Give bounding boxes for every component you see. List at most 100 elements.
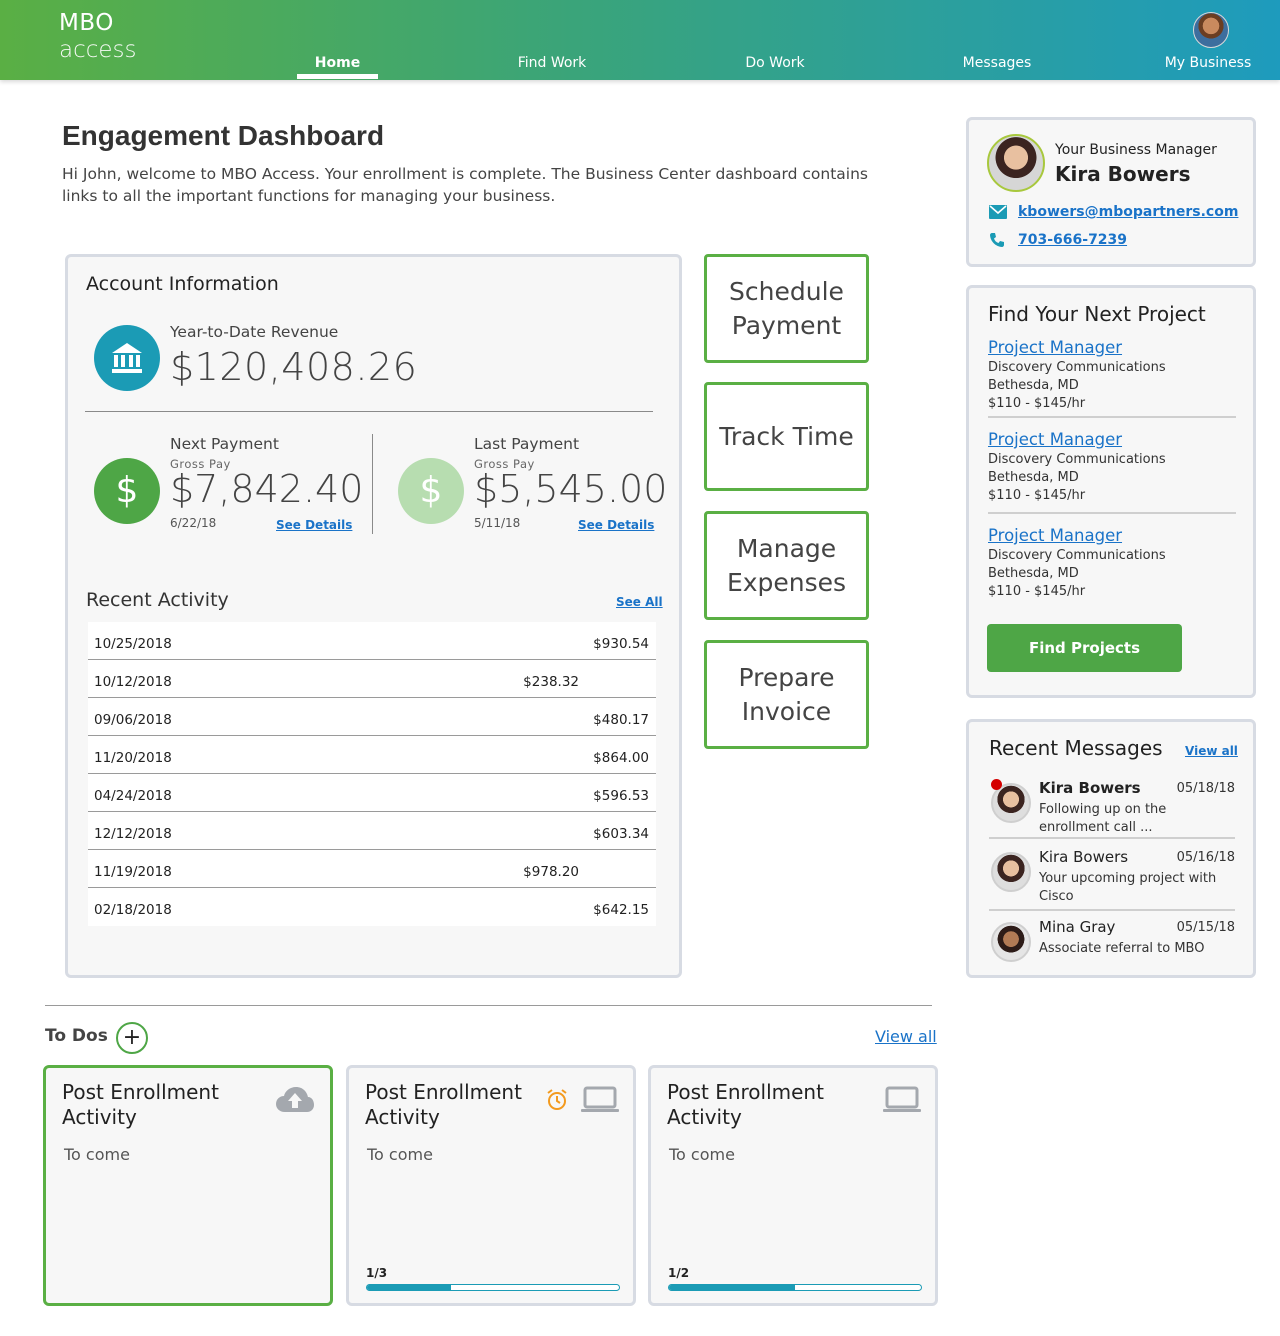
table-row[interactable]: 02/18/2018 $642.15 xyxy=(88,888,656,926)
manage-expenses-button[interactable]: Manage Expenses xyxy=(704,511,869,620)
divider xyxy=(372,434,373,534)
nav-home[interactable]: Home xyxy=(297,55,378,71)
top-nav-bar: MBO access Home Find Work Do Work Messag… xyxy=(0,0,1280,80)
unread-indicator xyxy=(991,779,1002,790)
prepare-invoice-button[interactable]: Prepare Invoice xyxy=(704,640,869,749)
account-information-panel: Account Information Year-to-Date Revenue… xyxy=(65,254,682,978)
logo-line1: MBO xyxy=(59,10,114,36)
recent-activity-table: 10/25/2018 $930.54 10/12/2018 $238.32 09/0… xyxy=(88,622,656,926)
message-item[interactable]: Kira Bowers 05/16/18 Your upcoming proje… xyxy=(989,848,1235,914)
table-row[interactable]: 04/24/2018 $596.53 xyxy=(88,774,656,812)
activity-amount: $596.53 xyxy=(593,788,649,804)
ytd-revenue-value: $120,408.26 xyxy=(170,345,418,389)
email-icon xyxy=(989,204,1007,223)
todo-progress-fill xyxy=(669,1285,795,1290)
manager-phone-link[interactable]: 703-666-7239 xyxy=(1018,232,1127,248)
todo-progress-bar xyxy=(668,1284,922,1291)
message-item[interactable]: Mina Gray 05/15/18 Associate referral to… xyxy=(989,918,1235,984)
recent-activity-see-all-link[interactable]: See All xyxy=(616,595,663,609)
business-manager-card: Your Business Manager Kira Bowers kbower… xyxy=(966,117,1256,267)
todo-card[interactable]: Post Enrollment Activity To come xyxy=(43,1065,333,1306)
dollar-icon: $ xyxy=(94,458,160,524)
recent-activity-title: Recent Activity xyxy=(86,589,229,611)
todo-title: Post Enrollment Activity xyxy=(667,1080,824,1129)
schedule-payment-button[interactable]: Schedule Payment xyxy=(704,254,869,363)
todos-view-all-link[interactable]: View all xyxy=(875,1027,937,1046)
nav-do-work[interactable]: Do Work xyxy=(735,55,815,71)
project-rate: $110 - $145/hr xyxy=(988,396,1086,411)
table-row[interactable]: 11/20/2018 $864.00 xyxy=(88,736,656,774)
nav-my-business[interactable]: My Business xyxy=(1160,55,1256,71)
message-item[interactable]: Kira Bowers 05/18/18 Following up on the… xyxy=(989,779,1235,845)
activity-amount: $978.20 xyxy=(523,864,579,880)
divider xyxy=(45,1005,932,1006)
list-item: Project Manager Discovery Communications… xyxy=(988,429,1236,505)
project-rate: $110 - $145/hr xyxy=(988,488,1086,503)
message-preview: Following up on the enrollment call ... xyxy=(1039,802,1167,835)
activity-date: 12/12/2018 xyxy=(94,826,172,842)
cloud-upload-icon[interactable] xyxy=(275,1086,315,1121)
project-company: Discovery Communications xyxy=(988,360,1166,375)
todo-progress-label: 1/2 xyxy=(668,1266,690,1280)
project-location: Bethesda, MD xyxy=(988,470,1079,485)
manager-email-link[interactable]: kbowers@mbopartners.com xyxy=(1018,204,1238,220)
table-row[interactable]: 12/12/2018 $603.34 xyxy=(88,812,656,850)
activity-amount: $238.32 xyxy=(523,674,579,690)
laptop-icon[interactable] xyxy=(580,1086,620,1121)
nav-find-work[interactable]: Find Work xyxy=(505,55,599,71)
divider xyxy=(85,411,653,412)
next-payment-label: Next Payment xyxy=(170,435,279,453)
activity-date: 11/19/2018 xyxy=(94,864,172,880)
last-payment-label: Last Payment xyxy=(474,435,580,453)
list-item: Project Manager Discovery Communications… xyxy=(988,525,1236,601)
message-date: 05/18/18 xyxy=(1176,781,1235,796)
messages-view-all-link[interactable]: View all xyxy=(1185,744,1238,758)
last-payment-see-details-link[interactable]: See Details xyxy=(578,518,654,532)
last-payment-value: $5,545.00 xyxy=(474,467,668,511)
activity-date: 04/24/2018 xyxy=(94,788,172,804)
manager-label: Your Business Manager xyxy=(1055,142,1217,158)
todo-progress-label: 1/3 xyxy=(366,1266,388,1280)
activity-date: 09/06/2018 xyxy=(94,712,172,728)
table-row[interactable]: 11/19/2018 $978.20 xyxy=(88,850,656,888)
find-projects-button[interactable]: Find Projects xyxy=(987,624,1182,672)
active-tab-indicator xyxy=(297,74,378,79)
project-role-link[interactable]: Project Manager xyxy=(988,337,1236,359)
project-role-link[interactable]: Project Manager xyxy=(988,525,1236,547)
message-sender: Kira Bowers xyxy=(1039,848,1129,866)
avatar xyxy=(991,922,1031,962)
next-payment-see-details-link[interactable]: See Details xyxy=(276,518,352,532)
activity-amount: $480.17 xyxy=(593,712,649,728)
message-date: 05/15/18 xyxy=(1176,920,1235,935)
add-todo-button[interactable]: + xyxy=(116,1022,148,1054)
divider xyxy=(988,416,1236,418)
todo-progress-bar xyxy=(366,1284,620,1291)
laptop-icon[interactable] xyxy=(882,1086,922,1121)
table-row[interactable]: 09/06/2018 $480.17 xyxy=(88,698,656,736)
welcome-text: Hi John, welcome to MBO Access. Your enr… xyxy=(62,165,868,205)
activity-amount: $864.00 xyxy=(593,750,649,766)
next-payment-date: 6/22/18 xyxy=(170,516,217,530)
todo-title: Post Enrollment Activity xyxy=(365,1080,522,1129)
logo-line2: access xyxy=(59,37,137,63)
activity-date: 11/20/2018 xyxy=(94,750,172,766)
alarm-clock-icon[interactable] xyxy=(545,1088,569,1119)
message-sender: Mina Gray xyxy=(1039,918,1116,936)
project-location: Bethesda, MD xyxy=(988,566,1079,581)
recent-messages-card: Recent Messages View all Kira Bowers 05/… xyxy=(966,719,1256,978)
phone-icon xyxy=(989,232,1005,252)
table-row[interactable]: 10/12/2018 $238.32 xyxy=(88,660,656,698)
nav-messages[interactable]: Messages xyxy=(955,55,1039,71)
todo-card[interactable]: Post Enrollment Activity To come 1/3 xyxy=(346,1065,636,1306)
message-preview: Associate referral to MBO xyxy=(1039,941,1205,956)
todo-card[interactable]: Post Enrollment Activity To come 1/2 xyxy=(648,1065,938,1306)
mbo-logo[interactable]: MBO access xyxy=(59,12,137,62)
user-avatar[interactable] xyxy=(1193,12,1229,48)
todo-progress-fill xyxy=(367,1285,451,1290)
divider xyxy=(989,837,1235,839)
project-role-link[interactable]: Project Manager xyxy=(988,429,1236,451)
track-time-button[interactable]: Track Time xyxy=(704,382,869,491)
project-location: Bethesda, MD xyxy=(988,378,1079,393)
todo-body: To come xyxy=(669,1145,735,1164)
table-row[interactable]: 10/25/2018 $930.54 xyxy=(88,622,656,660)
